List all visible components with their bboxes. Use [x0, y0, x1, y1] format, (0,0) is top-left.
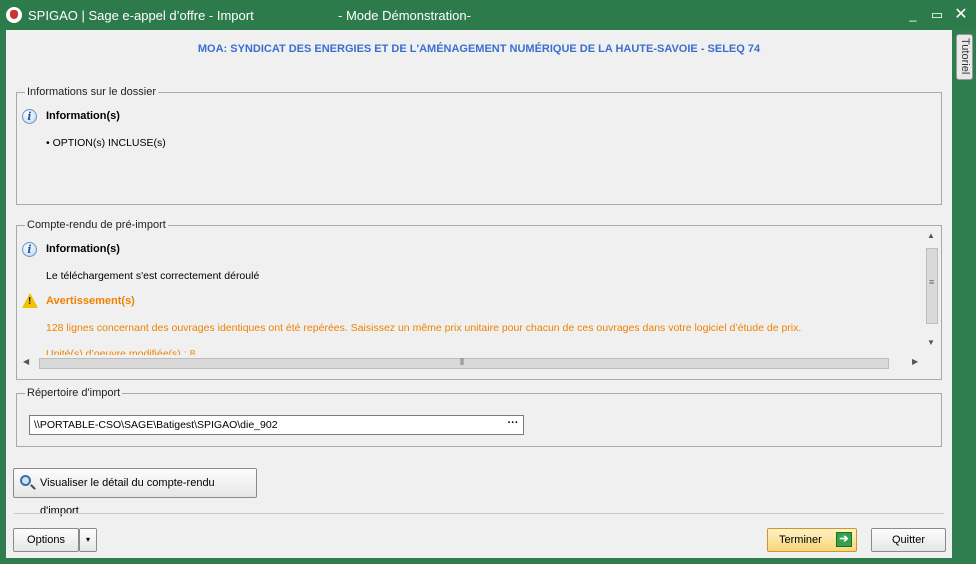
title-bar: SPIGAO | Sage e-appel d’offre - Import -… [0, 0, 976, 30]
minimize-button[interactable]: _ [902, 5, 924, 25]
horizontal-scroll-thumb[interactable] [39, 357, 889, 369]
scroll-up-arrow-icon[interactable]: ▲ [927, 231, 935, 240]
info-icon: i [22, 109, 37, 124]
demo-mode-label: - Mode Démonstration- [338, 8, 471, 23]
warning-icon: ! [22, 293, 38, 308]
finish-button[interactable]: Terminer ➔ [767, 528, 857, 552]
app-logo-icon [6, 7, 22, 23]
magnifier-icon [20, 475, 31, 486]
report-scroll-area[interactable]: i Information(s) Le téléchargement s'est… [19, 230, 922, 368]
preimport-report-group: Compte-rendu de pré-import i Information… [16, 218, 942, 380]
finish-button-label: Terminer [779, 534, 822, 546]
info-icon: i [22, 242, 37, 257]
options-button[interactable]: Options [13, 528, 79, 552]
tutorial-tab-label: Tutoriel [959, 38, 971, 75]
import-directory-legend: Répertoire d'import [25, 386, 123, 400]
options-dropdown-button[interactable]: ▾ [79, 528, 97, 552]
divider [14, 513, 944, 514]
report-info-heading: Information(s) [46, 243, 120, 255]
dialog-content: MOA: SYNDICAT DES ENERGIES ET DE L'AMÉNA… [6, 30, 952, 558]
import-path-field[interactable]: \\PORTABLE-CSO\SAGE\Batigest\SPIGAO\die_… [29, 415, 524, 435]
scroll-left-arrow-icon[interactable]: ◀ [23, 357, 29, 366]
vertical-scrollbar[interactable]: ▲ ▼ [924, 228, 939, 352]
report-warning-text: 128 lignes concernant des ouvrages ident… [46, 322, 802, 334]
scroll-down-arrow-icon[interactable]: ▼ [927, 338, 935, 347]
report-warning-heading: Avertissement(s) [46, 295, 135, 307]
scroll-right-arrow-icon[interactable]: ▶ [912, 357, 918, 366]
quit-button[interactable]: Quitter [871, 528, 946, 552]
horizontal-scrollbar[interactable]: ◀ ▶ [19, 355, 924, 371]
window-title: SPIGAO | Sage e-appel d’offre - Import [28, 8, 254, 23]
dossier-info-heading: Information(s) [46, 110, 120, 122]
import-directory-group: Répertoire d'import \\PORTABLE-CSO\SAGE\… [16, 386, 942, 447]
arrow-right-icon: ➔ [836, 532, 852, 547]
vertical-scroll-thumb[interactable] [926, 248, 938, 324]
dossier-option-item: • OPTION(s) INCLUSE(s) [46, 137, 166, 149]
dossier-info-group: Informations sur le dossier i Informatio… [16, 85, 942, 205]
side-panel-strip [952, 30, 976, 564]
view-report-detail-button[interactable]: Visualiser le détail du compte-rendu d'i… [13, 468, 257, 517]
close-button[interactable]: ✕ [950, 5, 972, 25]
dossier-info-legend: Informations sur le dossier [25, 85, 158, 99]
view-report-detail-label: Visualiser le détail du compte-rendu d'i… [40, 477, 215, 517]
tutorial-tab[interactable]: Tutoriel [956, 34, 973, 80]
browse-button[interactable]: ··· [504, 417, 522, 433]
moa-heading: MOA: SYNDICAT DES ENERGIES ET DE L'AMÉNA… [197, 43, 761, 55]
maximize-button[interactable]: ▭ [926, 5, 948, 25]
report-info-text: Le téléchargement s'est correctement dér… [46, 270, 260, 282]
